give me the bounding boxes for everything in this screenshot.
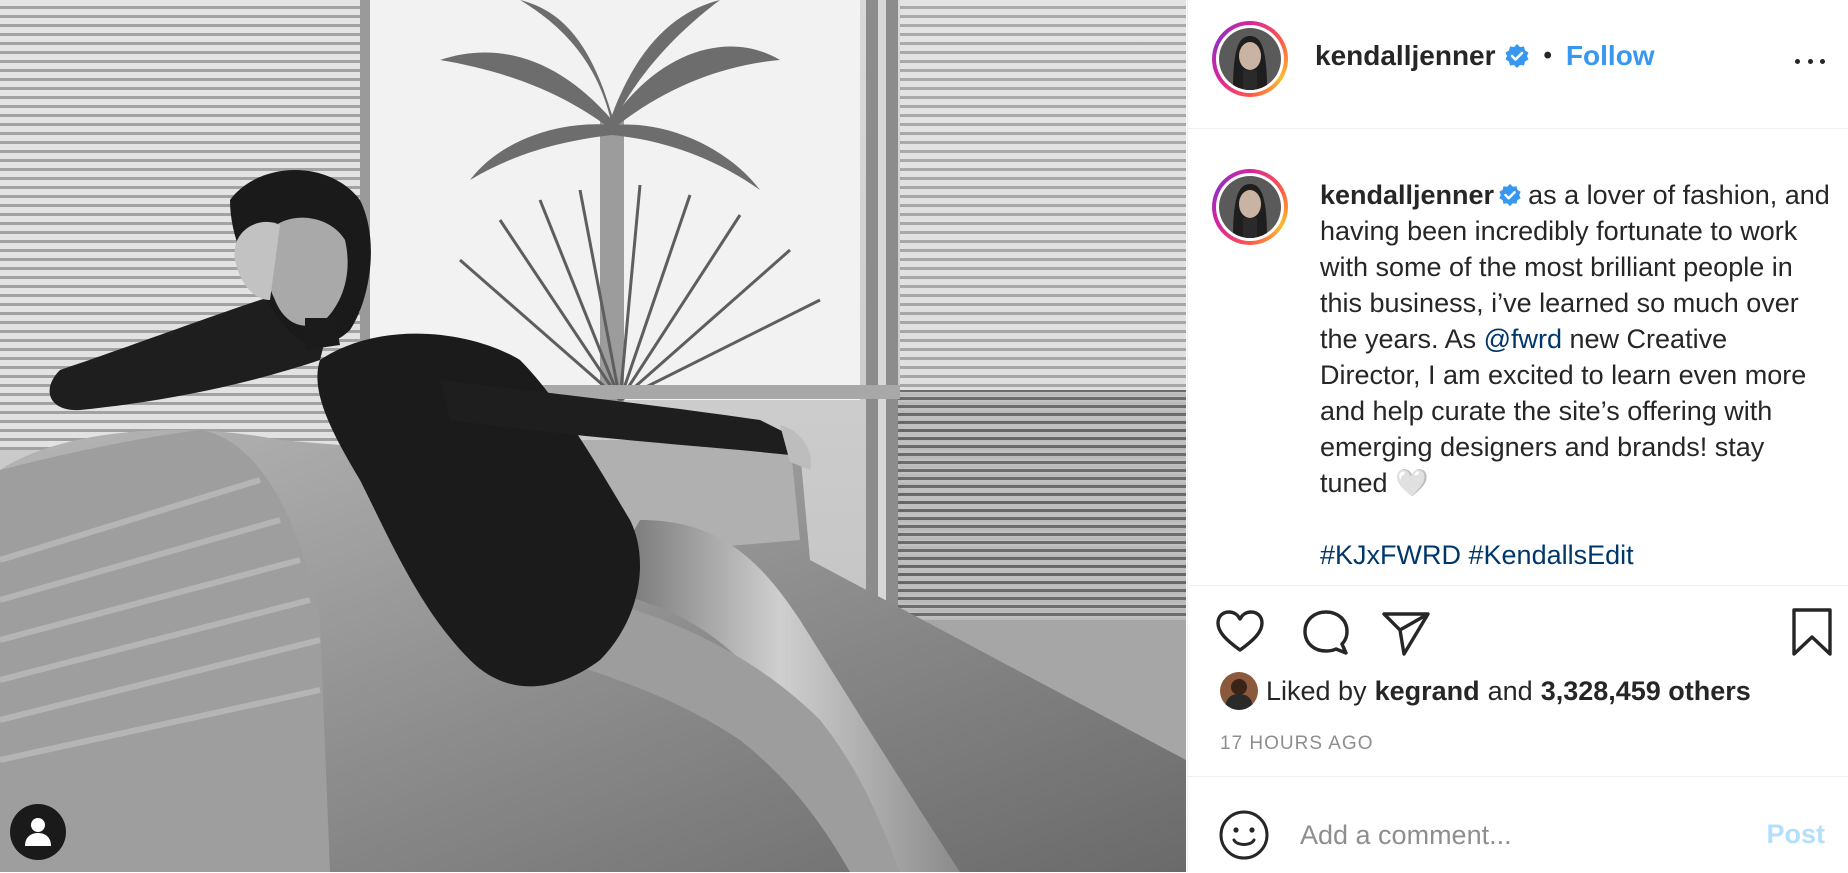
- emoji-smiley-icon[interactable]: [1218, 809, 1270, 861]
- post-comment-button[interactable]: Post: [1766, 819, 1825, 850]
- liker-username[interactable]: kegrand: [1375, 676, 1480, 707]
- hashtag-link[interactable]: #KJxFWRD: [1320, 540, 1461, 570]
- comment-bar: Post: [1188, 776, 1848, 873]
- liked-by-prefix: Liked by: [1266, 675, 1367, 706]
- story-ring[interactable]: [1212, 21, 1288, 97]
- heart-icon[interactable]: [1212, 604, 1268, 660]
- verified-badge-icon: [1499, 183, 1521, 207]
- comment-bubble-icon[interactable]: [1298, 604, 1354, 660]
- liked-and: and: [1487, 675, 1533, 706]
- mention-link[interactable]: @fwrd: [1484, 324, 1562, 354]
- paper-plane-icon[interactable]: [1378, 604, 1434, 660]
- post-details-panel: kendalljenner • Follow kendalljenner as …: [1187, 0, 1848, 872]
- more-dot: [1807, 58, 1813, 64]
- caption-avatar: [1219, 176, 1281, 238]
- avatar: [1219, 28, 1281, 90]
- caption-section: kendalljenner as a lover of fashion, and…: [1188, 129, 1848, 586]
- more-dot: [1795, 58, 1800, 64]
- likes-row: Liked by kegrand and 3,328,459 others: [1220, 672, 1751, 710]
- hashtags: #KJxFWRD #KendallsEdit: [1320, 537, 1830, 573]
- more-options-button[interactable]: [1795, 46, 1825, 76]
- post-timestamp[interactable]: 17 HOURS AGO: [1220, 733, 1374, 755]
- user-tag-button[interactable]: [10, 804, 66, 860]
- bookmark-icon[interactable]: [1784, 604, 1840, 660]
- user-tag-icon: [25, 818, 51, 846]
- caption-username[interactable]: kendalljenner: [1320, 180, 1494, 210]
- header-user-row: kendalljenner • Follow: [1315, 40, 1655, 72]
- likes-count[interactable]: 3,328,459 others: [1541, 676, 1751, 707]
- liker-avatar-image: [1220, 672, 1258, 710]
- follow-button[interactable]: Follow: [1566, 40, 1655, 72]
- caption-story-ring[interactable]: [1212, 169, 1288, 245]
- dot-separator: •: [1543, 42, 1552, 69]
- more-dot: [1820, 58, 1825, 64]
- caption-text: kendalljenner as a lover of fashion, and…: [1320, 177, 1830, 573]
- comment-input[interactable]: [1298, 811, 1702, 859]
- liker-avatar[interactable]: [1220, 672, 1258, 710]
- hashtag-link[interactable]: #KendallsEdit: [1469, 540, 1634, 570]
- post-header: kendalljenner • Follow: [1188, 0, 1848, 129]
- post-image: [0, 0, 1186, 872]
- verified-badge-icon: [1505, 44, 1529, 68]
- header-username[interactable]: kendalljenner: [1315, 40, 1496, 72]
- post-photo[interactable]: [0, 0, 1186, 872]
- action-bar: [1188, 604, 1848, 664]
